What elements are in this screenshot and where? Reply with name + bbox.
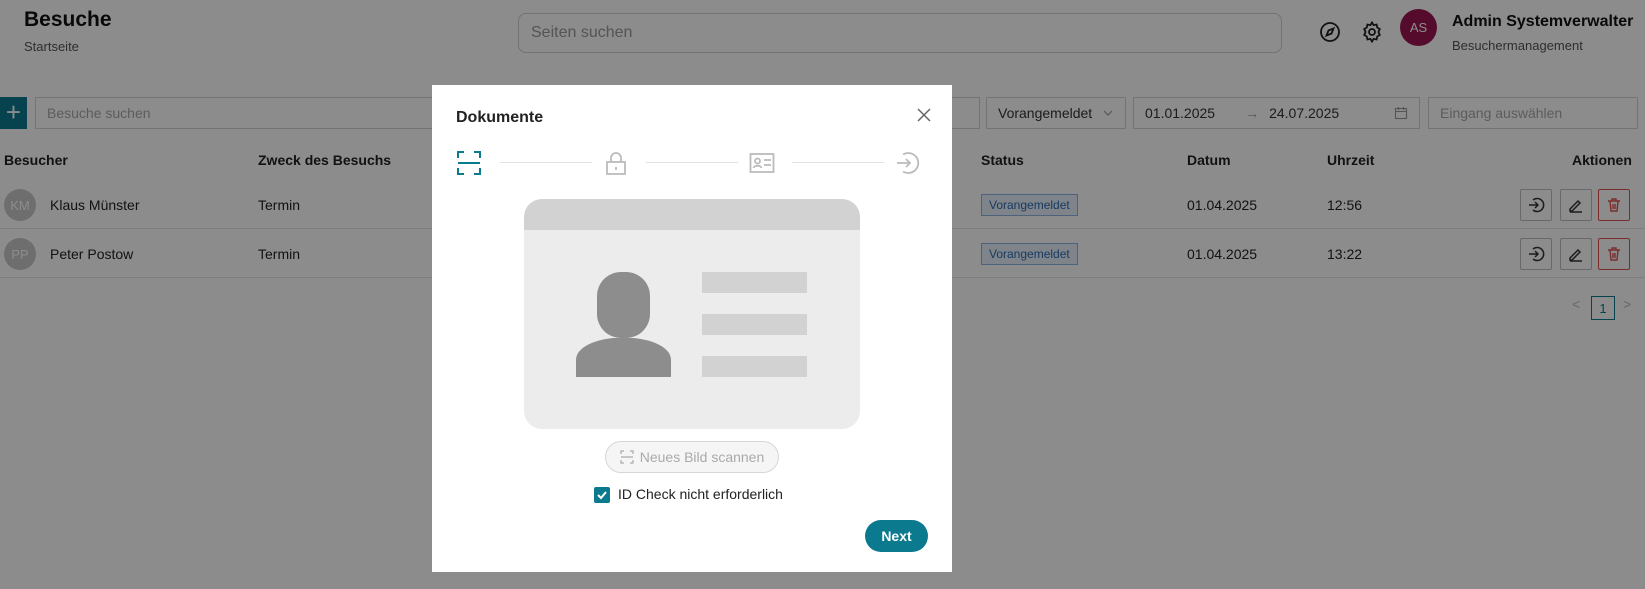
close-icon[interactable] <box>914 105 934 125</box>
scan-step-icon[interactable] <box>456 150 482 176</box>
id-check-label[interactable]: ID Check nicht erforderlich <box>618 486 783 502</box>
id-card-step-icon[interactable] <box>749 150 775 176</box>
check-in-step-icon[interactable] <box>895 150 921 176</box>
scan-button-label: Neues Bild scannen <box>639 449 765 465</box>
id-text-line <box>702 314 807 335</box>
scan-new-image-button[interactable]: Neues Bild scannen <box>605 441 779 473</box>
id-check-checkbox[interactable] <box>594 487 610 503</box>
person-silhouette-icon <box>576 272 671 377</box>
documents-modal: Dokumente Neues Bild scannen ID Check ni… <box>432 85 952 572</box>
modal-title: Dokumente <box>456 109 544 126</box>
scan-icon <box>620 450 634 464</box>
next-button[interactable]: Next <box>865 520 928 552</box>
step-connector <box>500 162 592 163</box>
lock-step-icon[interactable] <box>603 150 629 176</box>
id-text-line <box>702 272 807 293</box>
id-text-line <box>702 356 807 377</box>
id-card-header-bar <box>524 199 860 230</box>
step-connector <box>646 162 738 163</box>
step-connector <box>792 162 884 163</box>
checkmark-icon <box>597 491 607 500</box>
id-card-placeholder <box>524 199 860 429</box>
